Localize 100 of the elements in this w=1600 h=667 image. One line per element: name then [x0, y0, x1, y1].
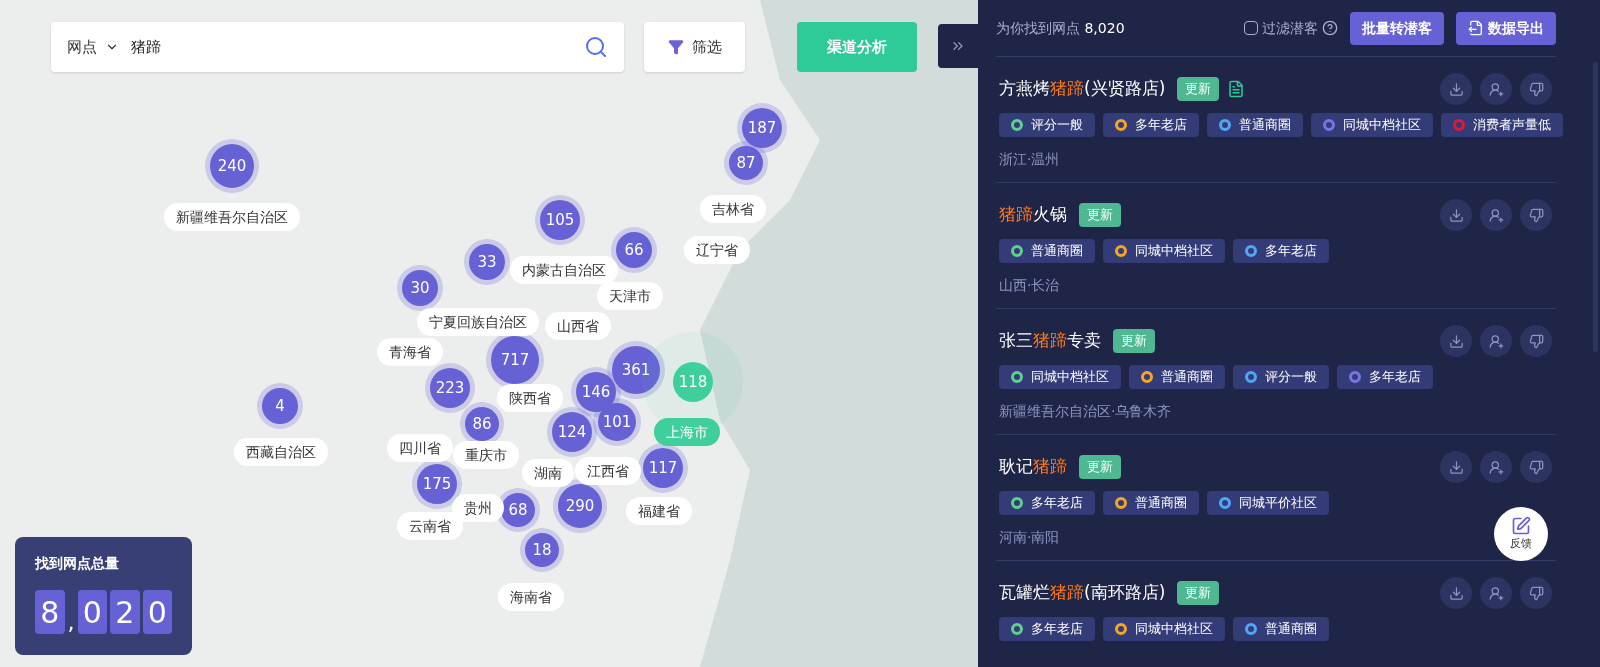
export-button[interactable]: 数据导出: [1456, 11, 1556, 45]
add-contact-button[interactable]: [1480, 73, 1512, 105]
feedback-button[interactable]: 反馈: [1494, 507, 1548, 561]
total-title: 找到网点总量: [35, 554, 120, 573]
region-label[interactable]: 四川省: [387, 434, 453, 462]
cluster-marker[interactable]: 18: [525, 533, 559, 567]
dislike-button[interactable]: [1520, 451, 1552, 483]
search-input[interactable]: 猪蹄: [131, 35, 572, 59]
region-label[interactable]: 山西省: [545, 312, 611, 340]
cluster-marker[interactable]: 86: [465, 407, 499, 441]
edit-icon: [1511, 515, 1531, 536]
dislike-button[interactable]: [1520, 577, 1552, 609]
region-label[interactable]: 陕西省: [497, 384, 563, 412]
thumbs-down-icon: [1528, 585, 1544, 601]
cluster-marker[interactable]: 105: [540, 200, 580, 240]
cluster-marker[interactable]: 175: [417, 464, 457, 504]
result-card[interactable]: 方燕烤猪蹄(兴贤路店) 更新 评分一般 多年老店 普通商圈 同城中档社区 消费者声量低 浙江·温州: [996, 56, 1556, 182]
update-badge: 更新: [1177, 77, 1220, 101]
search-field[interactable]: 网点 猪蹄: [51, 22, 624, 72]
cluster-marker[interactable]: 290: [558, 484, 602, 528]
tag: 同城中档社区: [1311, 113, 1433, 137]
region-label[interactable]: 青海省: [377, 338, 443, 366]
region-label[interactable]: 内蒙古自治区: [510, 256, 618, 284]
region-label[interactable]: 福建省: [626, 497, 692, 525]
thumbs-down-icon: [1528, 459, 1544, 475]
document-icon[interactable]: [1227, 80, 1246, 98]
region-label[interactable]: 辽宁省: [684, 236, 750, 264]
store-name: 耿记猪蹄: [999, 455, 1067, 479]
tag: 同城中档社区: [1103, 617, 1225, 641]
download-button[interactable]: [1440, 577, 1472, 609]
region-label[interactable]: 天津市: [597, 282, 663, 310]
filter-checkbox[interactable]: [1244, 21, 1258, 35]
region-label[interactable]: 海南省: [498, 583, 564, 611]
region-label[interactable]: 江西省: [575, 457, 641, 485]
filter-button[interactable]: 筛选: [644, 22, 745, 72]
thumbs-down-icon: [1528, 333, 1544, 349]
cluster-marker[interactable]: 4: [262, 388, 298, 424]
download-button[interactable]: [1440, 199, 1472, 231]
download-button[interactable]: [1440, 451, 1472, 483]
tag: 多年老店: [1233, 239, 1329, 263]
tag: 消费者声量低: [1441, 113, 1563, 137]
region-label[interactable]: 吉林省: [700, 195, 766, 223]
store-name: 猪蹄火锅: [999, 203, 1067, 227]
scope-dropdown[interactable]: 网点: [67, 35, 119, 59]
cluster-marker[interactable]: 117: [643, 448, 683, 488]
update-badge: 更新: [1113, 329, 1155, 353]
location-text: 新疆维吾尔自治区·乌鲁木齐: [999, 402, 1172, 421]
add-contact-button[interactable]: [1480, 325, 1512, 357]
tag: 普通商圈: [1233, 617, 1329, 641]
batch-convert-button[interactable]: 批量转潜客: [1350, 11, 1444, 45]
region-label[interactable]: 重庆市: [453, 441, 519, 469]
add-contact-button[interactable]: [1480, 577, 1512, 609]
add-contact-button[interactable]: [1480, 451, 1512, 483]
result-card[interactable]: 瓦罐烂猪蹄(南环路店) 更新 多年老店 同城中档社区 普通商圈: [996, 560, 1556, 667]
tag: 同城平价社区: [1207, 491, 1329, 515]
region-label[interactable]: 西藏自治区: [234, 438, 328, 466]
cluster-marker[interactable]: 101: [598, 403, 636, 441]
cluster-marker[interactable]: 240: [210, 144, 254, 188]
digit: 8: [35, 590, 65, 634]
filter-checkbox-label[interactable]: 过滤潜客: [1262, 17, 1318, 39]
cluster-marker[interactable]: 187: [742, 108, 782, 148]
region-label[interactable]: 新疆维吾尔自治区: [164, 203, 300, 231]
region-label[interactable]: 贵州: [452, 494, 504, 522]
scrollbar[interactable]: [1593, 62, 1598, 352]
tag: 多年老店: [1103, 113, 1199, 137]
result-card[interactable]: 张三猪蹄专卖 更新 同城中档社区 普通商圈 评分一般 多年老店 新疆维吾尔自治区·乌鲁木齐: [996, 308, 1556, 434]
tag: 评分一般: [1233, 365, 1329, 389]
update-badge: 更新: [1079, 203, 1121, 227]
download-button[interactable]: [1440, 73, 1472, 105]
tag: 评分一般: [999, 113, 1095, 137]
tag: 普通商圈: [1207, 113, 1303, 137]
dislike-button[interactable]: [1520, 73, 1552, 105]
cluster-marker[interactable]: 717: [491, 336, 539, 384]
export-icon: [1468, 20, 1484, 36]
cluster-marker[interactable]: 124: [552, 412, 592, 452]
help-icon[interactable]: [1322, 20, 1338, 36]
region-label[interactable]: 宁夏回族自治区: [417, 308, 539, 336]
search-icon[interactable]: [584, 35, 608, 59]
tag: 普通商圈: [999, 239, 1095, 263]
add-contact-button[interactable]: [1480, 199, 1512, 231]
cluster-marker[interactable]: 30: [402, 270, 438, 306]
location-text: 浙江·温州: [999, 150, 1060, 169]
cluster-marker[interactable]: 361: [612, 346, 660, 394]
cluster-marker[interactable]: 68: [501, 493, 535, 527]
user-plus-icon: [1488, 459, 1504, 475]
collapse-button[interactable]: [938, 24, 978, 68]
digit: 0: [142, 590, 172, 634]
cluster-marker[interactable]: 33: [469, 244, 505, 280]
region-label[interactable]: 湖南: [522, 459, 574, 487]
region-label[interactable]: 云南省: [397, 512, 463, 540]
digit-separator: ,: [67, 612, 75, 634]
dislike-button[interactable]: [1520, 199, 1552, 231]
dislike-button[interactable]: [1520, 325, 1552, 357]
cluster-marker[interactable]: 66: [616, 232, 652, 268]
result-card[interactable]: 猪蹄火锅 更新 普通商圈 同城中档社区 多年老店 山西·长治: [996, 182, 1556, 308]
download-button[interactable]: [1440, 325, 1472, 357]
download-icon: [1448, 333, 1464, 349]
cluster-marker[interactable]: 223: [430, 368, 470, 408]
cluster-marker[interactable]: 87: [729, 146, 763, 180]
tag: 多年老店: [999, 617, 1095, 641]
